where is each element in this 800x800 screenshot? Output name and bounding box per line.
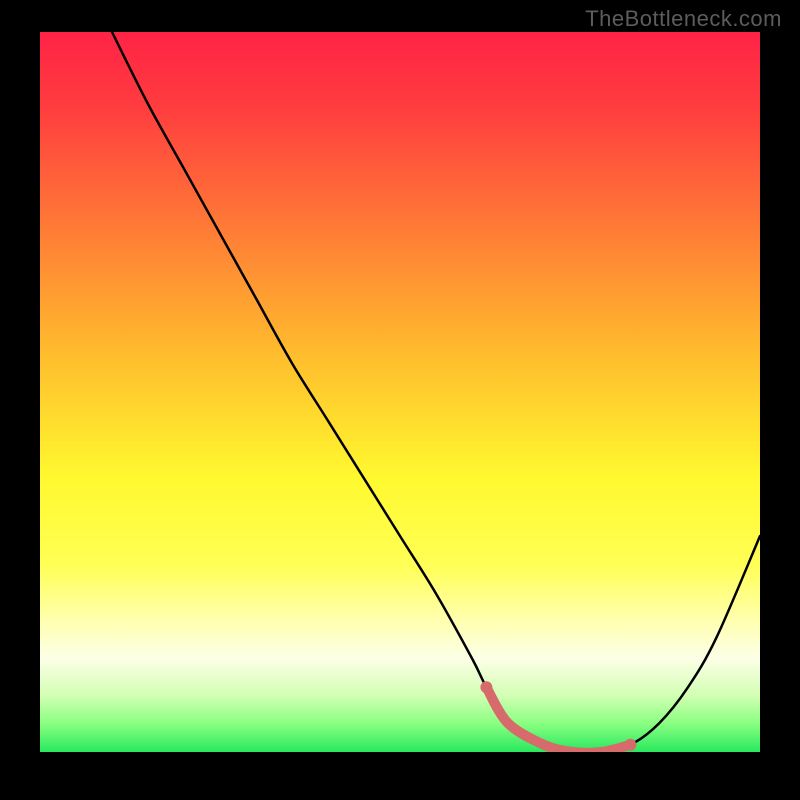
bottleneck-curve: [112, 32, 760, 752]
watermark-text: TheBottleneck.com: [585, 6, 782, 32]
curve-overlay: [40, 32, 760, 752]
highlight-flat-zone: [486, 687, 630, 752]
chart-frame: TheBottleneck.com: [0, 0, 800, 800]
plot-area: [40, 32, 760, 752]
highlight-end-dot: [624, 739, 636, 751]
highlight-start-dot: [480, 681, 492, 693]
